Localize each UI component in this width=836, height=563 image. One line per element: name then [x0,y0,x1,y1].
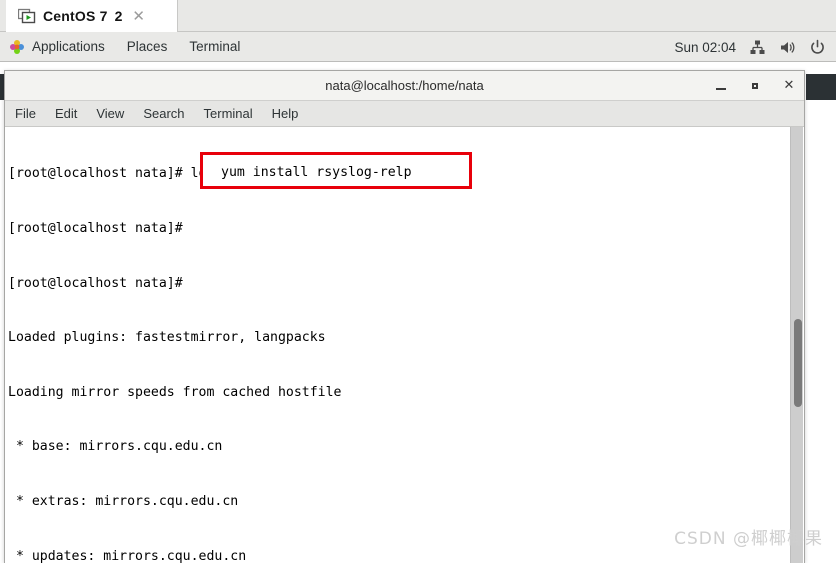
annotation-command-text: yum install rsyslog-relp [221,165,412,180]
window-controls: ✕ [714,71,796,100]
power-icon[interactable] [809,39,826,56]
menu-edit[interactable]: Edit [55,106,77,121]
menu-terminal[interactable]: Terminal [204,106,253,121]
scrollbar-thumb[interactable] [794,319,802,407]
volume-speaker-icon[interactable] [779,39,796,56]
vertical-scrollbar[interactable] [790,127,803,563]
terminal-line: * updates: mirrors.cqu.edu.cn [8,548,247,563]
vm-tab-close-icon[interactable]: ✕ [132,8,145,24]
terminal-menubar: File Edit View Search Terminal Help [5,101,804,127]
gnome-applications-pinwheel-icon [9,39,25,55]
panel-clock[interactable]: Sun 02:04 [674,40,736,55]
network-wired-icon[interactable] [749,39,766,56]
maximize-button[interactable] [748,79,762,93]
terminal-line: Loading mirror speeds from cached hostfi… [8,384,342,400]
watermark: CSDN @椰椰椰果 [674,529,823,549]
terminal-titlebar[interactable]: nata@localhost:/home/nata ✕ [5,71,804,101]
desktop-edge-strip-right [806,74,836,100]
terminal-line: [root@localhost nata]# [8,275,183,291]
menu-help[interactable]: Help [272,106,299,121]
close-button[interactable]: ✕ [782,79,796,93]
panel-menu-terminal[interactable]: Terminal [189,39,240,54]
panel-menu-applications[interactable]: Applications [32,39,105,54]
minimize-button[interactable] [714,79,728,93]
annotation-highlight-box: yum install rsyslog-relp [200,152,472,189]
panel-menu-places[interactable]: Places [127,39,168,54]
menu-view[interactable]: View [96,106,124,121]
terminal-title: nata@localhost:/home/nata [325,78,484,93]
vm-tab-number: 2 [114,8,123,24]
menu-file[interactable]: File [15,106,36,121]
vm-screen-play-icon [17,7,36,25]
terminal-line: [root@localhost nata]# [8,221,183,236]
menu-search[interactable]: Search [143,106,184,121]
panel-status-area: Sun 02:04 [674,32,826,62]
vm-tabbar: CentOS 7 2 ✕ [0,0,836,32]
terminal-line: * base: mirrors.cqu.edu.cn [8,439,223,455]
vm-tab-label: CentOS 7 [43,8,108,24]
terminal-output-area[interactable]: [root@localhost nata]# logger -t kern -p… [5,127,804,563]
terminal-text: [root@localhost nata]# logger -t kern -p… [8,129,784,563]
terminal-window: nata@localhost:/home/nata ✕ File Edit Vi… [4,70,805,563]
vm-tab-centos7[interactable]: CentOS 7 2 ✕ [6,0,178,32]
terminal-line: Loaded plugins: fastestmirror, langpacks [8,330,326,346]
terminal-line: * extras: mirrors.cqu.edu.cn [8,493,239,509]
gnome-top-panel: Applications Places Terminal Sun 02:04 [0,32,836,62]
